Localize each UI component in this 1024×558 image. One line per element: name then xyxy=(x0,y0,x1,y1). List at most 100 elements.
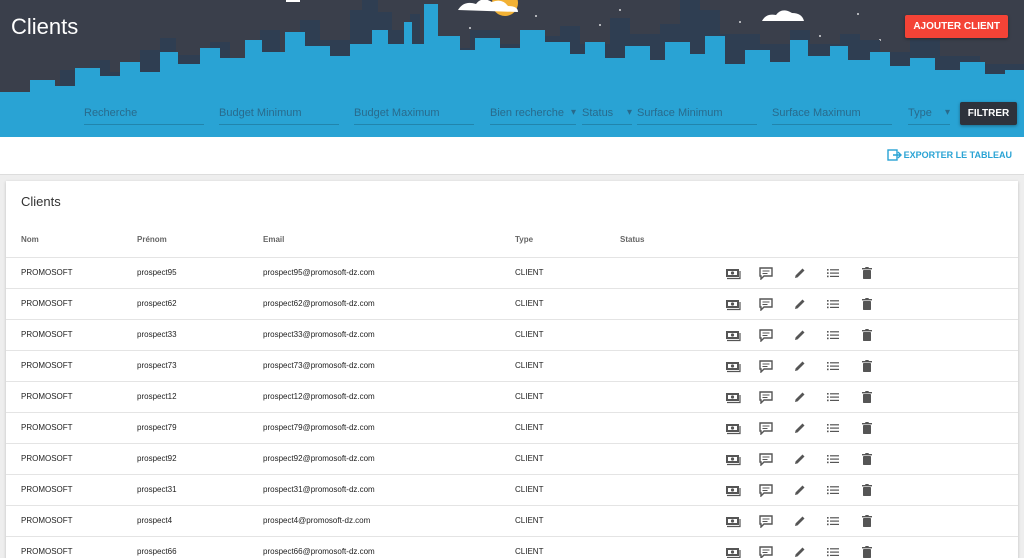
property-type-select[interactable]: Bien recherche xyxy=(490,103,576,125)
cell-type: CLIENT xyxy=(515,392,544,401)
delete-icon[interactable] xyxy=(859,297,875,311)
money-icon[interactable] xyxy=(725,452,741,466)
filter-button[interactable]: FILTRER xyxy=(960,102,1017,125)
budget-min-field[interactable]: Budget Minimum xyxy=(219,103,339,125)
page-header: Clients AJOUTER CLIENT Recherche Budget … xyxy=(0,0,1024,137)
cell-nom: PROMOSOFT xyxy=(21,268,73,277)
delete-icon[interactable] xyxy=(859,390,875,404)
cell-email: prospect73@promosoft-dz.com xyxy=(263,361,375,370)
export-icon xyxy=(886,149,902,161)
comment-icon[interactable] xyxy=(758,421,774,435)
cell-prenom: prospect12 xyxy=(137,392,177,401)
cell-type: CLIENT xyxy=(515,454,544,463)
cell-type: CLIENT xyxy=(515,516,544,525)
list-icon[interactable] xyxy=(825,483,841,497)
list-icon[interactable] xyxy=(825,359,841,373)
cell-nom: PROMOSOFT xyxy=(21,423,73,432)
status-select[interactable]: Status xyxy=(582,103,632,125)
list-icon[interactable] xyxy=(825,545,841,558)
edit-icon[interactable] xyxy=(792,452,808,466)
cell-email: prospect33@promosoft-dz.com xyxy=(263,330,375,339)
money-icon[interactable] xyxy=(725,514,741,528)
comment-icon[interactable] xyxy=(758,297,774,311)
list-icon[interactable] xyxy=(825,390,841,404)
edit-icon[interactable] xyxy=(792,545,808,558)
cell-type: CLIENT xyxy=(515,547,544,556)
cell-nom: PROMOSOFT xyxy=(21,516,73,525)
money-icon[interactable] xyxy=(725,328,741,342)
budget-max-field[interactable]: Budget Maximum xyxy=(354,103,474,125)
table-row: PROMOSOFT prospect31 prospect31@promosoft-… xyxy=(6,474,1018,505)
comment-icon[interactable] xyxy=(758,483,774,497)
list-icon[interactable] xyxy=(825,514,841,528)
list-icon[interactable] xyxy=(825,421,841,435)
cell-email: prospect31@promosoft-dz.com xyxy=(263,485,375,494)
cell-email: prospect62@promosoft-dz.com xyxy=(263,299,375,308)
list-icon[interactable] xyxy=(825,328,841,342)
comment-icon[interactable] xyxy=(758,359,774,373)
comment-icon[interactable] xyxy=(758,514,774,528)
search-field[interactable]: Recherche xyxy=(84,103,204,125)
money-icon[interactable] xyxy=(725,390,741,404)
money-icon[interactable] xyxy=(725,545,741,558)
cell-nom: PROMOSOFT xyxy=(21,392,73,401)
cell-type: CLIENT xyxy=(515,268,544,277)
list-icon[interactable] xyxy=(825,266,841,280)
delete-icon[interactable] xyxy=(859,483,875,497)
cell-email: prospect4@promosoft-dz.com xyxy=(263,516,371,525)
comment-icon[interactable] xyxy=(758,545,774,558)
export-table-link[interactable]: EXPORTER LE TABLEAU xyxy=(886,149,1012,161)
edit-icon[interactable] xyxy=(792,359,808,373)
page-title: Clients xyxy=(11,14,79,39)
comment-icon[interactable] xyxy=(758,328,774,342)
edit-icon[interactable] xyxy=(792,328,808,342)
edit-icon[interactable] xyxy=(792,514,808,528)
cell-nom: PROMOSOFT xyxy=(21,454,73,463)
edit-icon[interactable] xyxy=(792,266,808,280)
cell-email: prospect95@promosoft-dz.com xyxy=(263,268,375,277)
table-row: PROMOSOFT prospect79 prospect79@promosoft-… xyxy=(6,412,1018,443)
comment-icon[interactable] xyxy=(758,266,774,280)
surface-min-field[interactable]: Surface Minimum xyxy=(637,103,757,125)
delete-icon[interactable] xyxy=(859,421,875,435)
delete-icon[interactable] xyxy=(859,545,875,558)
type-select[interactable]: Type xyxy=(908,103,950,125)
table-title: Clients xyxy=(21,194,61,209)
column-header-status[interactable]: Status xyxy=(620,235,644,244)
export-label: EXPORTER LE TABLEAU xyxy=(903,150,1012,160)
cell-nom: PROMOSOFT xyxy=(21,330,73,339)
table-row: PROMOSOFT prospect95 prospect95@promosoft-… xyxy=(6,257,1018,288)
edit-icon[interactable] xyxy=(792,297,808,311)
cell-nom: PROMOSOFT xyxy=(21,547,73,556)
add-client-button[interactable]: AJOUTER CLIENT xyxy=(905,15,1008,38)
list-icon[interactable] xyxy=(825,297,841,311)
delete-icon[interactable] xyxy=(859,452,875,466)
delete-icon[interactable] xyxy=(859,328,875,342)
column-header-nom[interactable]: Nom xyxy=(21,235,39,244)
list-icon[interactable] xyxy=(825,452,841,466)
surface-max-field[interactable]: Surface Maximum xyxy=(772,103,892,125)
money-icon[interactable] xyxy=(725,266,741,280)
edit-icon[interactable] xyxy=(792,421,808,435)
money-icon[interactable] xyxy=(725,359,741,373)
cell-prenom: prospect66 xyxy=(137,547,177,556)
delete-icon[interactable] xyxy=(859,514,875,528)
edit-icon[interactable] xyxy=(792,390,808,404)
cell-prenom: prospect33 xyxy=(137,330,177,339)
money-icon[interactable] xyxy=(725,297,741,311)
money-icon[interactable] xyxy=(725,421,741,435)
comment-icon[interactable] xyxy=(758,452,774,466)
cell-nom: PROMOSOFT xyxy=(21,361,73,370)
comment-icon[interactable] xyxy=(758,390,774,404)
table-row: PROMOSOFT prospect66 prospect66@promosoft-… xyxy=(6,536,1018,558)
column-header-email[interactable]: Email xyxy=(263,235,284,244)
column-header-prenom[interactable]: Prénom xyxy=(137,235,167,244)
column-header-type[interactable]: Type xyxy=(515,235,533,244)
cell-email: prospect66@promosoft-dz.com xyxy=(263,547,375,556)
delete-icon[interactable] xyxy=(859,266,875,280)
table-toolbar: EXPORTER LE TABLEAU xyxy=(0,137,1024,175)
money-icon[interactable] xyxy=(725,483,741,497)
edit-icon[interactable] xyxy=(792,483,808,497)
cell-prenom: prospect4 xyxy=(137,516,173,525)
delete-icon[interactable] xyxy=(859,359,875,373)
